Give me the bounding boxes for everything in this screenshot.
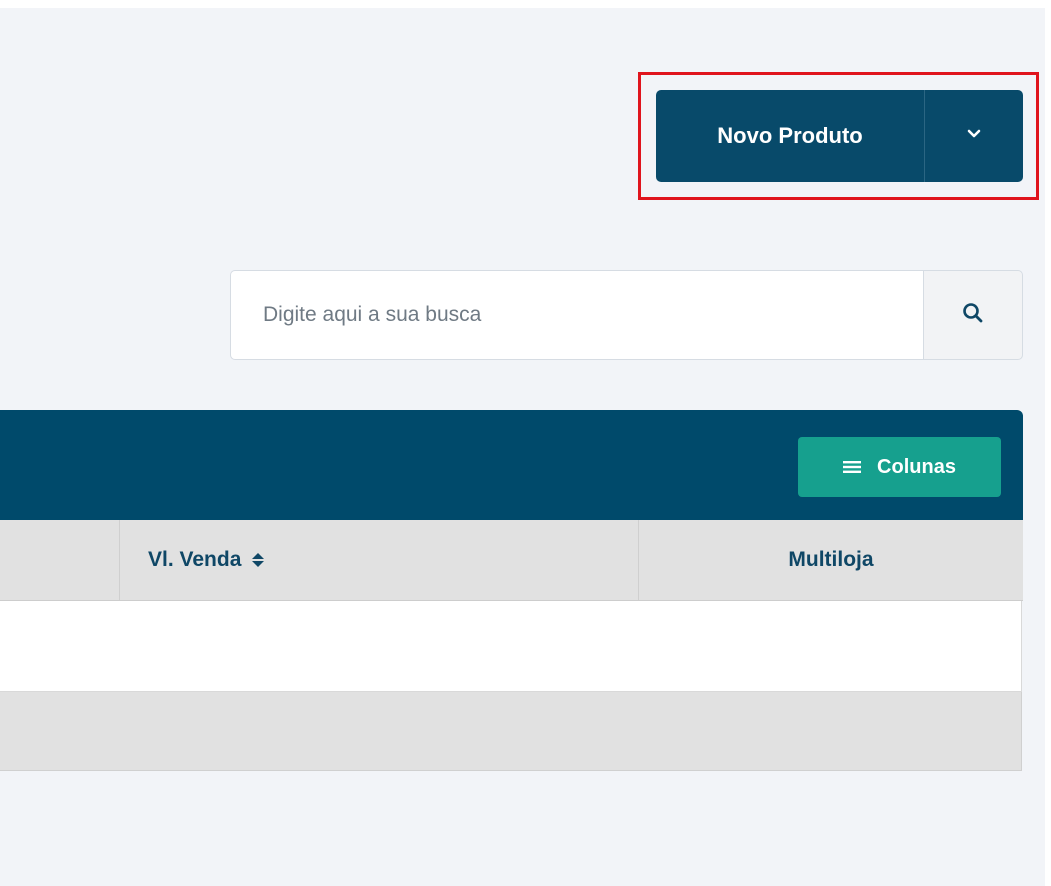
column-header-multiloja: Multiloja bbox=[639, 520, 1023, 600]
new-product-button-label: Novo Produto bbox=[717, 123, 863, 148]
chevron-down-icon bbox=[966, 127, 982, 145]
search-placeholder: Digite aqui a sua busca bbox=[263, 303, 482, 326]
search-input[interactable]: Digite aqui a sua busca bbox=[230, 270, 923, 360]
column-header-vl-venda[interactable]: Vl. Venda bbox=[120, 520, 639, 600]
new-product-split-button: Novo Produto bbox=[656, 90, 1023, 182]
table-row bbox=[0, 692, 1022, 771]
sort-updown-icon bbox=[251, 551, 265, 569]
menu-lines-icon bbox=[843, 460, 862, 474]
columns-button[interactable]: Colunas bbox=[798, 437, 1001, 497]
new-product-button[interactable]: Novo Produto bbox=[656, 90, 924, 182]
table-header-cell bbox=[0, 520, 120, 600]
table-toolbar: Colunas bbox=[0, 410, 1023, 520]
table-row bbox=[0, 601, 1022, 692]
search-icon bbox=[962, 302, 984, 329]
search-button[interactable] bbox=[923, 270, 1023, 360]
column-header-label: Vl. Venda bbox=[148, 548, 242, 571]
table-header-row: Vl. Venda Multiloja bbox=[0, 520, 1023, 601]
columns-button-label: Colunas bbox=[877, 455, 956, 478]
column-header-label: Multiloja bbox=[788, 548, 874, 571]
new-product-dropdown-toggle[interactable] bbox=[925, 90, 1023, 182]
